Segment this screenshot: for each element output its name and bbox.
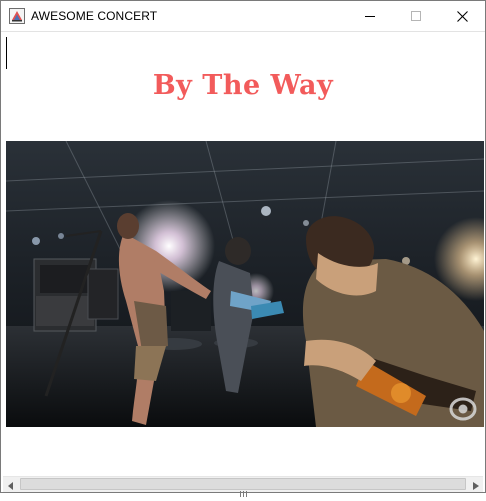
- grip-icon: [239, 482, 248, 497]
- scroll-right-button[interactable]: [468, 477, 483, 492]
- minimize-icon: [365, 11, 375, 21]
- close-icon: [456, 10, 468, 22]
- concert-video[interactable]: [6, 141, 484, 427]
- arrow-left-icon: [7, 475, 14, 494]
- text-caret: [6, 37, 7, 69]
- content-pane: By The Way: [1, 32, 485, 476]
- arrow-right-icon: [472, 475, 479, 494]
- scroll-thumb[interactable]: [20, 478, 466, 497]
- scroll-left-button[interactable]: [3, 477, 18, 492]
- title-bar[interactable]: AWESOME CONCERT: [1, 1, 485, 32]
- concert-stage-frame: [6, 141, 484, 427]
- horizontal-scrollbar[interactable]: [3, 476, 483, 497]
- maximize-button[interactable]: [393, 1, 439, 31]
- app-window: AWESOME CONCERT By The Way: [0, 0, 486, 497]
- java-app-icon: [9, 8, 25, 24]
- song-title: By The Way: [152, 70, 334, 101]
- close-button[interactable]: [439, 1, 485, 31]
- minimize-button[interactable]: [347, 1, 393, 31]
- maximize-icon: [411, 11, 421, 21]
- window-title: AWESOME CONCERT: [31, 9, 158, 23]
